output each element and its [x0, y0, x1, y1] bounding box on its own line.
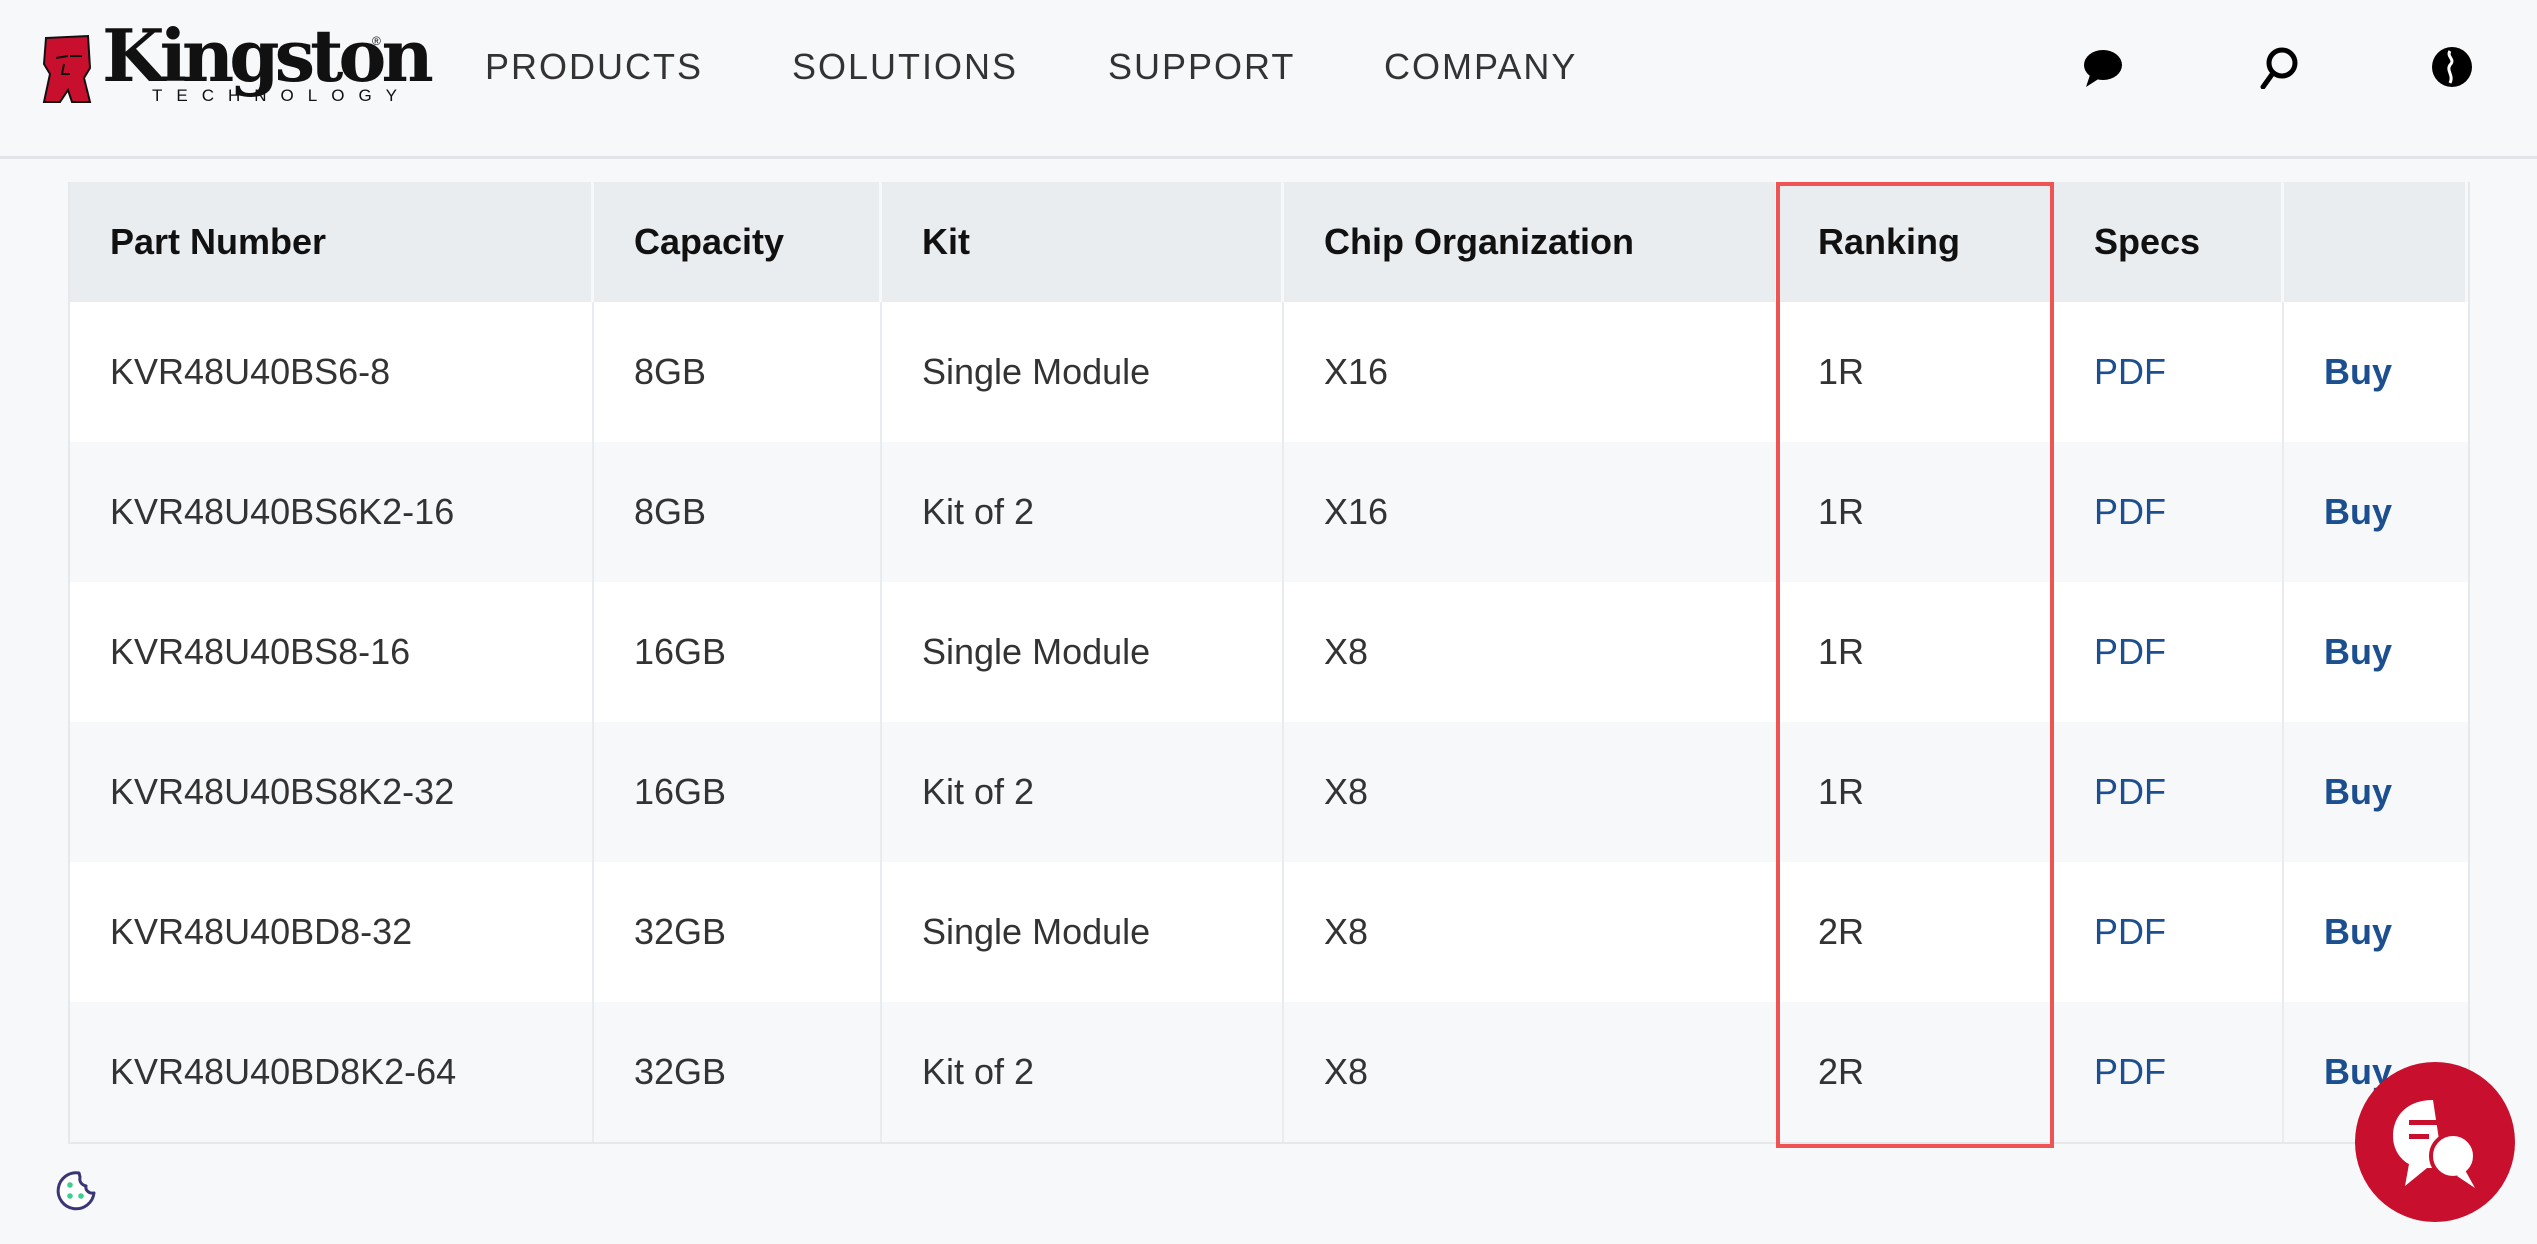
kingston-logo[interactable]: Kingston TECHNOLOGY ® [42, 16, 434, 110]
chip-organization: X16 [1284, 302, 1778, 442]
brand-tagline: TECHNOLOGY [152, 86, 412, 105]
table-row: KVR48U40BS8-16 16GB Single Module X8 1R … [70, 582, 2468, 722]
buy-link[interactable]: Buy [2324, 631, 2392, 673]
search-icon[interactable] [2256, 45, 2300, 89]
buy-link[interactable]: Buy [2324, 491, 2392, 533]
chat-icon[interactable] [2080, 45, 2124, 89]
product-table: Part Number Capacity Kit Chip Organizati… [68, 182, 2470, 1144]
nav-products[interactable]: PRODUCTS [485, 46, 703, 88]
table-row: KVR48U40BD8K2-64 32GB Kit of 2 X8 2R PDF… [70, 1002, 2468, 1142]
chip-organization: X16 [1284, 442, 1778, 582]
kit: Single Module [882, 862, 1284, 1002]
specs-cell: PDF [2054, 722, 2284, 862]
site-header: Kingston TECHNOLOGY ® PRODUCTS SOLUTIONS… [0, 0, 2537, 159]
header-specs[interactable]: Specs [2054, 182, 2284, 302]
header-chip-organization[interactable]: Chip Organization [1284, 182, 1778, 302]
ranking: 1R [1778, 582, 2054, 722]
pdf-link[interactable]: PDF [2094, 491, 2166, 533]
header-capacity[interactable]: Capacity [594, 182, 882, 302]
buy-link[interactable]: Buy [2324, 911, 2392, 953]
part-number: KVR48U40BS6K2-16 [70, 442, 594, 582]
nav-company[interactable]: COMPANY [1384, 46, 1577, 88]
table-header-row: Part Number Capacity Kit Chip Organizati… [70, 182, 2468, 302]
pdf-link[interactable]: PDF [2094, 631, 2166, 673]
nav-support[interactable]: SUPPORT [1108, 46, 1295, 88]
capacity: 16GB [594, 582, 882, 722]
pdf-link[interactable]: PDF [2094, 351, 2166, 393]
kit: Single Module [882, 582, 1284, 722]
brand-name: Kingston [102, 13, 434, 98]
specs-cell: PDF [2054, 1002, 2284, 1142]
buy-cell: Buy [2284, 442, 2468, 582]
ranking: 1R [1778, 722, 2054, 862]
ranking: 1R [1778, 442, 2054, 582]
capacity: 32GB [594, 862, 882, 1002]
ranking: 2R [1778, 1002, 2054, 1142]
ranking: 2R [1778, 862, 2054, 1002]
pdf-link[interactable]: PDF [2094, 771, 2166, 813]
kit: Single Module [882, 302, 1284, 442]
specs-cell: PDF [2054, 302, 2284, 442]
pdf-link[interactable]: PDF [2094, 911, 2166, 953]
buy-link[interactable]: Buy [2324, 351, 2392, 393]
buy-cell: Buy [2284, 862, 2468, 1002]
globe-icon[interactable] [2430, 45, 2474, 89]
buy-cell: Buy [2284, 722, 2468, 862]
header-kit[interactable]: Kit [882, 182, 1284, 302]
cookie-settings-icon[interactable] [55, 1170, 97, 1212]
buy-link[interactable]: Buy [2324, 771, 2392, 813]
table-row: KVR48U40BS6-8 8GB Single Module X16 1R P… [70, 302, 2468, 442]
live-chat-button[interactable] [2355, 1062, 2515, 1222]
capacity: 8GB [594, 302, 882, 442]
kingston-head-icon [42, 34, 92, 103]
table-row: KVR48U40BD8-32 32GB Single Module X8 2R … [70, 862, 2468, 1002]
buy-cell: Buy [2284, 302, 2468, 442]
part-number: KVR48U40BD8K2-64 [70, 1002, 594, 1142]
header-part-number[interactable]: Part Number [70, 182, 594, 302]
capacity: 16GB [594, 722, 882, 862]
chat-bubbles-icon [2393, 1100, 2477, 1188]
buy-cell: Buy [2284, 582, 2468, 722]
kit: Kit of 2 [882, 1002, 1284, 1142]
specs-cell: PDF [2054, 442, 2284, 582]
specs-cell: PDF [2054, 582, 2284, 722]
capacity: 8GB [594, 442, 882, 582]
ranking: 1R [1778, 302, 2054, 442]
capacity: 32GB [594, 1002, 882, 1142]
part-number: KVR48U40BD8-32 [70, 862, 594, 1002]
part-number: KVR48U40BS8K2-32 [70, 722, 594, 862]
table-row: KVR48U40BS6K2-16 8GB Kit of 2 X16 1R PDF… [70, 442, 2468, 582]
kit: Kit of 2 [882, 722, 1284, 862]
chip-organization: X8 [1284, 722, 1778, 862]
specs-cell: PDF [2054, 862, 2284, 1002]
chip-organization: X8 [1284, 1002, 1778, 1142]
kit: Kit of 2 [882, 442, 1284, 582]
pdf-link[interactable]: PDF [2094, 1051, 2166, 1093]
header-ranking[interactable]: Ranking [1778, 182, 2054, 302]
part-number: KVR48U40BS6-8 [70, 302, 594, 442]
chip-organization: X8 [1284, 582, 1778, 722]
registered-mark: ® [372, 34, 381, 48]
header-buy [2284, 182, 2468, 302]
chip-organization: X8 [1284, 862, 1778, 1002]
part-number: KVR48U40BS8-16 [70, 582, 594, 722]
nav-solutions[interactable]: SOLUTIONS [792, 46, 1018, 88]
table-row: KVR48U40BS8K2-32 16GB Kit of 2 X8 1R PDF… [70, 722, 2468, 862]
